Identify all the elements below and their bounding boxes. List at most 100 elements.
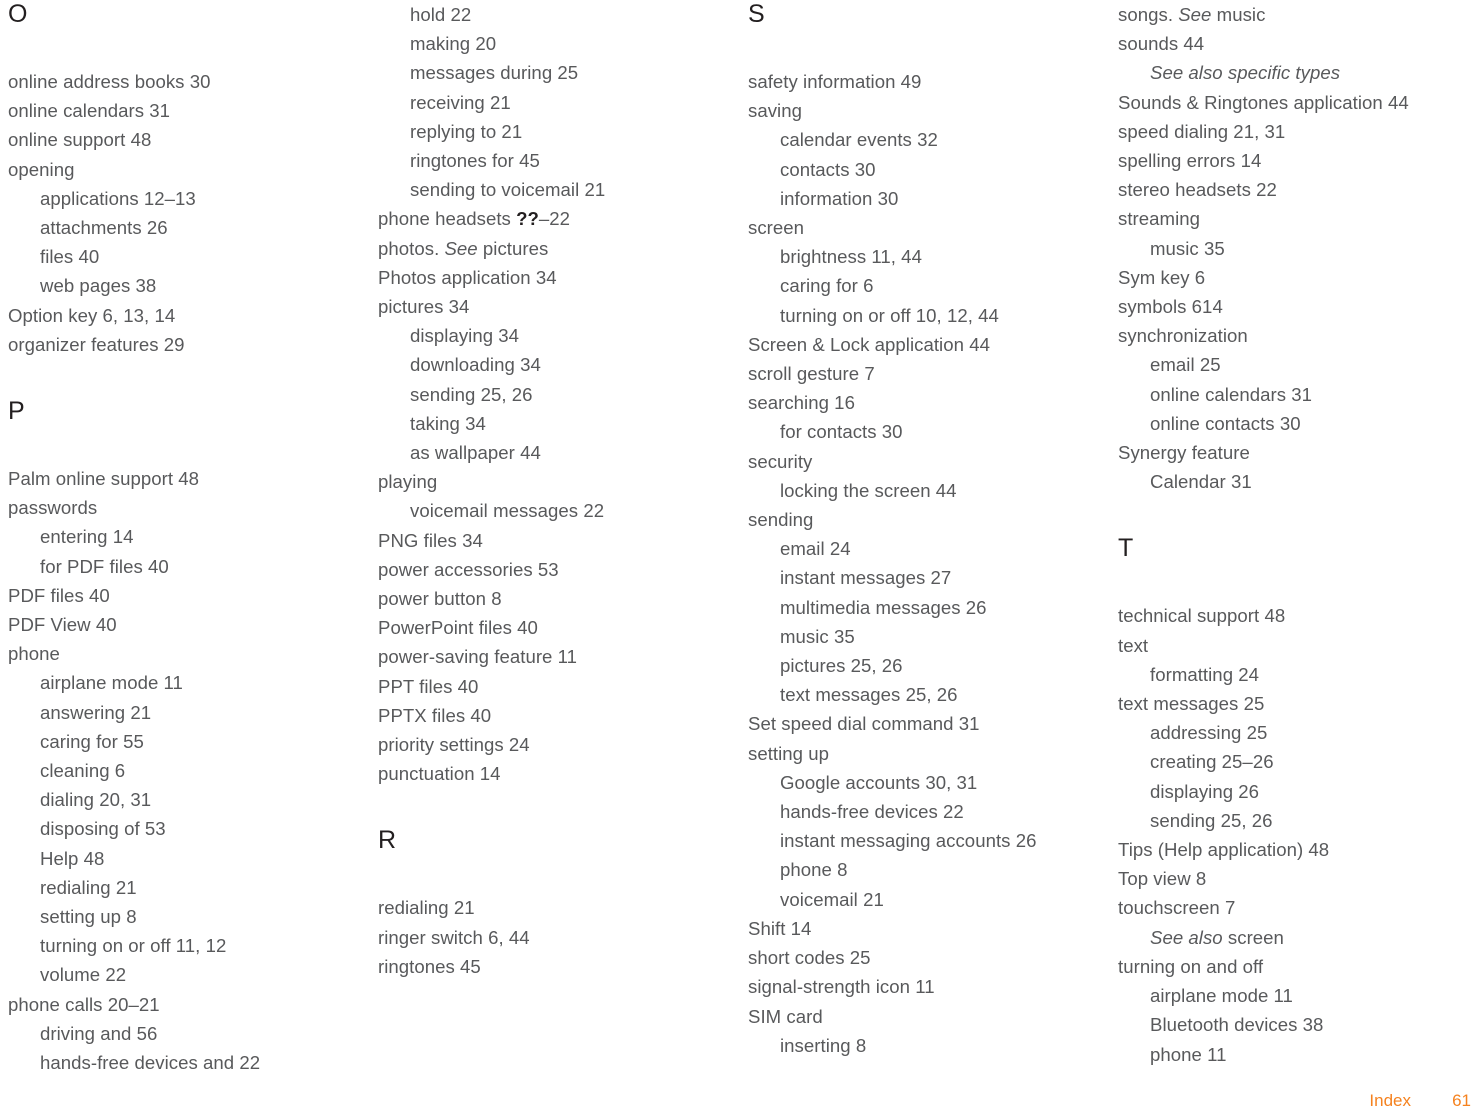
- letter-heading-s: S: [748, 0, 766, 28]
- index-entry: speed dialing 21, 31: [1118, 120, 1286, 142]
- index-subentry: files 40: [40, 246, 100, 268]
- index-subentry: sending 25, 26: [410, 383, 533, 405]
- index-entry: PDF files 40: [8, 584, 110, 606]
- letter-heading-spacer: [8, 29, 364, 67]
- index-entry: priority settings 24: [378, 734, 530, 756]
- index-column-1: Oonline address books 30 online calendars…: [8, 0, 378, 1077]
- index-subentry: answering 21: [40, 701, 152, 723]
- index-subentry: turning on or off 10, 12, 44: [780, 304, 999, 326]
- index-subentry: dialing 20, 31: [40, 789, 152, 811]
- index-subentry: for contacts 30: [780, 421, 903, 443]
- index-subentry: turning on or off 11, 12: [40, 935, 227, 957]
- index-subentry: ringtones for 45: [410, 150, 540, 172]
- index-subentry: email 24: [780, 538, 851, 560]
- letter-heading-spacer: [378, 855, 734, 893]
- index-subentry: Calendar 31: [1150, 471, 1252, 493]
- index-entry: searching 16: [748, 392, 855, 414]
- index-entry: text messages 25: [1118, 693, 1265, 715]
- index-entry: online calendars 31: [8, 100, 171, 122]
- footer-section-label: Index: [1369, 1091, 1411, 1110]
- index-subentry: email 25: [1150, 354, 1221, 376]
- index-subentry: web pages 38: [40, 275, 157, 297]
- index-column-2: hold 22 making 20 messages during 25 receiv…: [378, 0, 748, 981]
- index-entry: turning on and off: [1118, 955, 1264, 977]
- index-entry: pictures 34: [378, 296, 470, 318]
- index-subentry: pictures 25, 26: [780, 655, 903, 677]
- index-subentry: multimedia messages 26: [780, 596, 987, 618]
- index-subentry: phone 8: [780, 859, 848, 881]
- page-number: 61: [1452, 1091, 1471, 1110]
- index-subentry: instant messages 27: [780, 567, 952, 589]
- index-entry: saving: [748, 100, 802, 122]
- index-entry: power button 8: [378, 588, 502, 610]
- index-entry: PNG files 34: [378, 529, 483, 551]
- index-entry: sounds 44: [1118, 33, 1205, 55]
- index-subentry: creating 25–26: [1150, 751, 1274, 773]
- index-entry: online support 48: [8, 129, 152, 151]
- index-subentry: hold 22: [410, 4, 472, 25]
- index-subentry: contacts 30: [780, 158, 876, 180]
- index-subentry: entering 14: [40, 526, 134, 548]
- letter-heading-p: P: [8, 397, 26, 426]
- index-entry: touchscreen 7: [1118, 897, 1236, 919]
- letter-heading-spacer: [8, 359, 364, 397]
- index-subentry: for PDF files 40: [40, 555, 169, 577]
- index-entry: online address books 30: [8, 71, 211, 92]
- letter-heading-t: T: [1118, 534, 1134, 563]
- index-entry: phone: [8, 643, 60, 665]
- index-subentry: inserting 8: [780, 1034, 867, 1056]
- letter-heading-spacer: [1118, 496, 1474, 534]
- index-subentry: redialing 21: [40, 876, 137, 898]
- index-entry: Screen & Lock application 44: [748, 333, 990, 355]
- index-subentry: displaying 26: [1150, 780, 1260, 802]
- index-subentry: Google accounts 30, 31: [780, 771, 978, 793]
- index-subentry: caring for 55: [40, 730, 144, 752]
- index-entry: screen: [748, 217, 805, 239]
- index-entry: playing: [378, 471, 438, 493]
- index-subentry: formatting 24: [1150, 663, 1260, 685]
- index-entry: technical support 48: [1118, 605, 1286, 627]
- letter-heading-spacer: [748, 29, 1104, 67]
- index-entry: safety information 49: [748, 71, 922, 92]
- index-subentry: hands-free devices 22: [780, 801, 964, 823]
- index-entry: sending: [748, 509, 814, 531]
- index-entry: organizer features 29: [8, 333, 185, 355]
- index-entry: PPT files 40: [378, 675, 479, 697]
- index-subentry: See also screen: [1150, 926, 1284, 948]
- index-entry: passwords: [8, 497, 98, 519]
- index-subentry: applications 12–13: [40, 187, 196, 209]
- index-subentry: displaying 34: [410, 325, 520, 347]
- index-subentry: taking 34: [410, 412, 486, 434]
- index-subentry: See also specific types: [1150, 62, 1341, 84]
- index-subentry: replying to 21: [410, 120, 523, 142]
- index-subentry: voicemail messages 22: [410, 500, 605, 522]
- index-entry: PDF View 40: [8, 614, 117, 636]
- index-subentry: phone 11: [1150, 1043, 1227, 1065]
- index-subentry: as wallpaper 44: [410, 442, 541, 464]
- index-entry: stereo headsets 22: [1118, 179, 1277, 201]
- index-entry: phone calls 20–21: [8, 993, 160, 1015]
- letter-heading-spacer: [1118, 563, 1474, 601]
- index-subentry: information 30: [780, 187, 899, 209]
- index-entry: synchronization: [1118, 325, 1248, 347]
- index-entry: spelling errors 14: [1118, 150, 1262, 172]
- letter-heading-spacer: [8, 426, 364, 464]
- index-subentry: instant messaging accounts 26: [780, 830, 1037, 852]
- index-entry: redialing 21: [378, 897, 475, 919]
- index-subentry: music 35: [1150, 237, 1225, 259]
- index-entry: SIM card: [748, 1005, 823, 1027]
- index-entry: Sym key 6: [1118, 266, 1206, 288]
- index-subentry: sending 25, 26: [1150, 809, 1273, 831]
- index-subentry: sending to voicemail 21: [410, 179, 606, 201]
- index-entry: phone headsets ??–22: [378, 208, 571, 230]
- index-entry: ringer switch 6, 44: [378, 926, 530, 948]
- index-entry: power-saving feature 11: [378, 646, 578, 668]
- index-entry: Set speed dial command 31: [748, 713, 980, 735]
- index-entry: songs. See music: [1118, 4, 1266, 25]
- index-subentry: brightness 11, 44: [780, 246, 922, 268]
- index-entry: setting up: [748, 742, 830, 764]
- index-subentry: calendar events 32: [780, 129, 938, 151]
- index-entry: power accessories 53: [378, 558, 559, 580]
- index-subentry: online calendars 31: [1150, 383, 1313, 405]
- letter-heading-spacer: [378, 788, 734, 826]
